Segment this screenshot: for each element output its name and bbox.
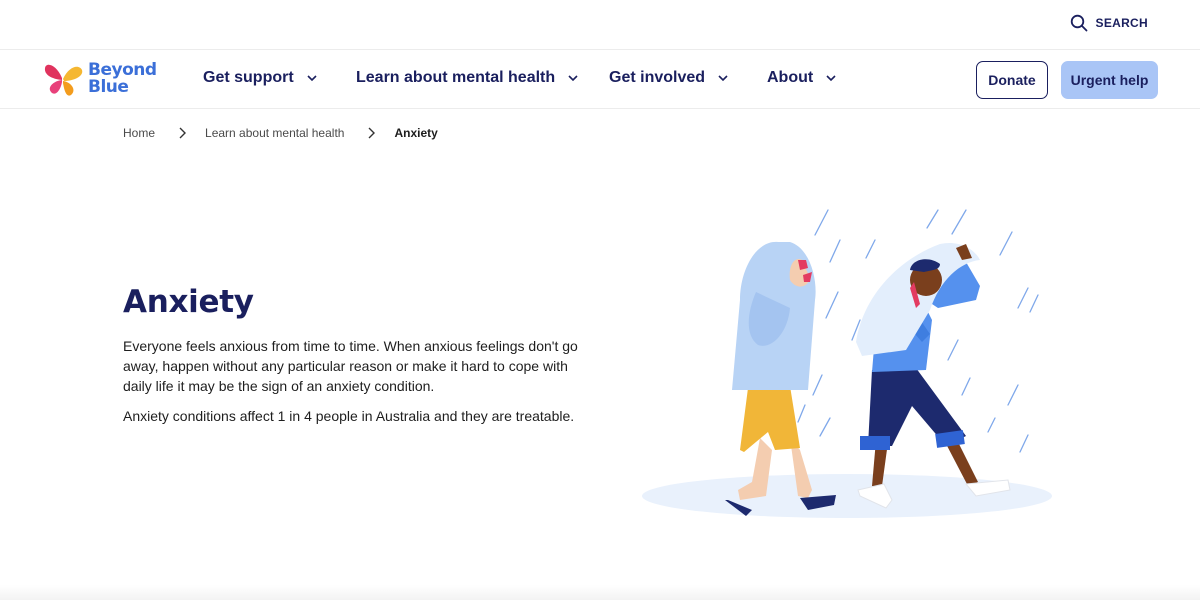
nav-get-support[interactable]: Get support (203, 69, 318, 87)
nav-label: Learn about mental health (356, 69, 556, 86)
chevron-down-icon (307, 75, 317, 82)
walker-right (856, 242, 1011, 509)
breadcrumb: Home Learn about mental health Anxiety (123, 126, 438, 140)
section-divider (0, 585, 1200, 600)
utility-bar: SEARCH (0, 0, 1200, 50)
breadcrumb-current: Anxiety (394, 126, 438, 140)
breadcrumb-section[interactable]: Learn about mental health (205, 126, 344, 140)
intro-paragraph-secondary: Anxiety conditions affect 1 in 4 people … (123, 408, 575, 424)
chevron-right-icon (368, 127, 376, 139)
chevron-down-icon (718, 75, 728, 82)
ground-shadow (642, 474, 1052, 518)
breadcrumb-home[interactable]: Home (123, 126, 155, 140)
main-navigation: Beyond Blue Get support Learn about ment… (0, 51, 1200, 109)
intro-paragraph: Everyone feels anxious from time to time… (123, 338, 578, 394)
nav-learn-about-mental-health[interactable]: Learn about mental health (356, 69, 579, 87)
chevron-down-icon (826, 75, 836, 82)
chevron-right-icon (179, 127, 187, 139)
search-icon (1070, 14, 1087, 32)
butterfly-logo-icon (44, 64, 83, 96)
search-label: SEARCH (1095, 16, 1148, 30)
nav-label: About (767, 69, 814, 86)
logo-line-2: Blue (88, 77, 129, 97)
hero-illustration (642, 209, 1052, 518)
logo-wordmark: Beyond Blue (88, 62, 157, 96)
donate-button[interactable]: Donate (976, 61, 1048, 99)
nav-label: Get support (203, 69, 294, 86)
nav-label: Get involved (609, 69, 706, 86)
page-title: Anxiety (123, 284, 254, 320)
site-logo[interactable]: Beyond Blue (42, 58, 157, 100)
urgent-help-button[interactable]: Urgent help (1061, 61, 1158, 99)
chevron-down-icon (568, 75, 578, 82)
nav-get-involved[interactable]: Get involved (609, 69, 729, 87)
nav-about[interactable]: About (767, 69, 837, 87)
search-button[interactable]: SEARCH (1070, 14, 1148, 32)
